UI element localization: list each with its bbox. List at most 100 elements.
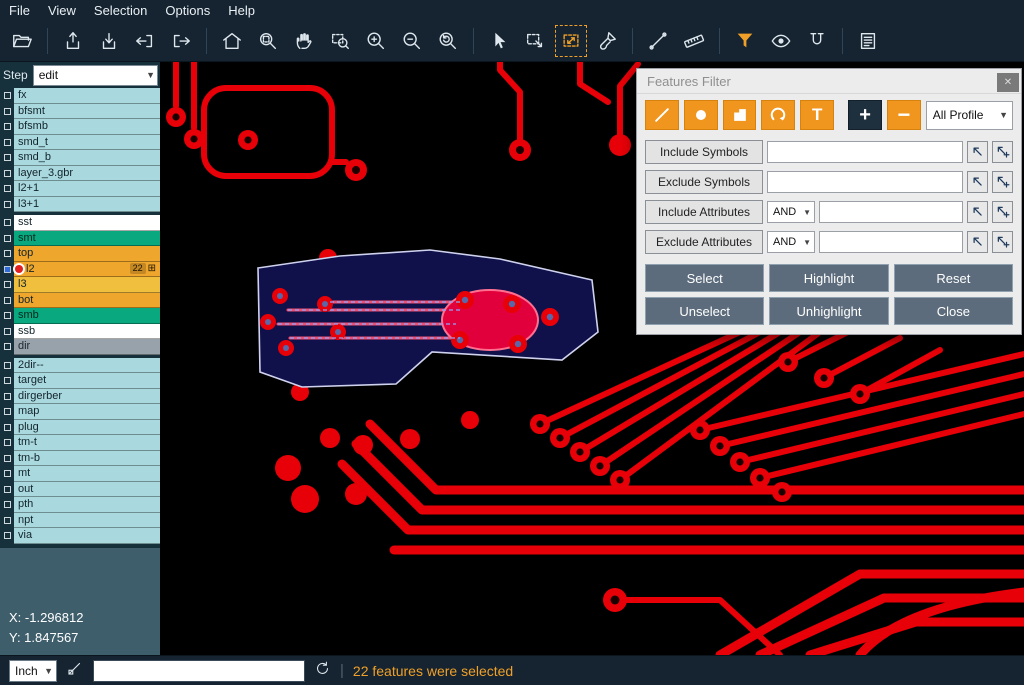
exclude-symbols-input[interactable] [767, 171, 963, 193]
pick-add-attribute-icon[interactable] [992, 201, 1013, 223]
profile-select[interactable]: All Profile ▼ [926, 101, 1013, 130]
unit-select[interactable]: Inch ▼ [9, 660, 57, 682]
layer-visibility-checkbox[interactable] [0, 513, 14, 529]
layer-row[interactable]: pth ⊞ [0, 497, 160, 513]
layer-visibility-checkbox[interactable] [0, 435, 14, 451]
layer-visibility-checkbox[interactable] [0, 197, 14, 213]
zoom-area-icon[interactable] [252, 25, 284, 57]
layer-visibility-checkbox[interactable] [0, 482, 14, 498]
layer-visibility-checkbox[interactable] [0, 404, 14, 420]
remove-filter-button[interactable]: − [887, 100, 921, 130]
select-button[interactable]: Select [645, 264, 764, 292]
layer-visibility-checkbox[interactable] [0, 451, 14, 467]
pad-feature-button[interactable] [684, 100, 718, 130]
send-right-icon[interactable] [165, 25, 197, 57]
reset-button[interactable]: Reset [894, 264, 1013, 292]
layer-row[interactable]: smt ⊞ [0, 231, 160, 247]
layer-row[interactable]: bfsmt ⊞ [0, 104, 160, 120]
pick-symbol-icon[interactable] [967, 141, 988, 163]
layer-row[interactable]: mt ⊞ [0, 466, 160, 482]
include-attributes-label[interactable]: Include Attributes [645, 200, 763, 224]
paint-icon[interactable] [591, 25, 623, 57]
layer-row[interactable]: plug ⊞ [0, 420, 160, 436]
layer-visibility-checkbox[interactable] [0, 119, 14, 135]
layer-row[interactable]: via ⊞ [0, 528, 160, 544]
snap-icon[interactable] [801, 25, 833, 57]
layer-row[interactable]: l3+1 ⊞ [0, 197, 160, 213]
layer-visibility-checkbox[interactable] [0, 420, 14, 436]
layer-visibility-checkbox[interactable] [0, 466, 14, 482]
layer-row[interactable]: map ⊞ [0, 404, 160, 420]
pick-add-attribute-icon[interactable] [992, 231, 1013, 253]
menu-help[interactable]: Help [228, 3, 255, 18]
layer-visibility-checkbox[interactable] [0, 262, 14, 278]
layer-visibility-checkbox[interactable] [0, 246, 14, 262]
snap-angle-icon[interactable] [66, 659, 84, 682]
layer-row[interactable]: tm-b ⊞ [0, 451, 160, 467]
layer-row[interactable]: layer_3.gbr ⊞ [0, 166, 160, 182]
open-folder-icon[interactable] [6, 25, 38, 57]
layer-row[interactable]: smb ⊞ [0, 308, 160, 324]
import-down-icon[interactable] [93, 25, 125, 57]
layer-visibility-checkbox[interactable] [0, 389, 14, 405]
menu-selection[interactable]: Selection [94, 3, 147, 18]
command-input[interactable] [93, 660, 305, 682]
ruler-icon[interactable] [678, 25, 710, 57]
highlight-button[interactable]: Highlight [769, 264, 888, 292]
menu-options[interactable]: Options [165, 3, 210, 18]
pick-symbol-icon[interactable] [967, 171, 988, 193]
zoom-reset-icon[interactable] [432, 25, 464, 57]
surface-feature-button[interactable] [723, 100, 757, 130]
layer-row[interactable]: fx ⊞ [0, 88, 160, 104]
zoom-out-icon[interactable] [396, 25, 428, 57]
layer-row[interactable]: dirgerber ⊞ [0, 389, 160, 405]
layer-row[interactable]: target ⊞ [0, 373, 160, 389]
refresh-icon[interactable] [314, 660, 331, 682]
menu-view[interactable]: View [48, 3, 76, 18]
layer-row[interactable]: bfsmb ⊞ [0, 119, 160, 135]
exclude-symbols-label[interactable]: Exclude Symbols [645, 170, 763, 194]
pick-attribute-icon[interactable] [967, 231, 988, 253]
include-attributes-input[interactable] [819, 201, 963, 223]
cursor-icon[interactable] [483, 25, 515, 57]
display-eye-icon[interactable] [765, 25, 797, 57]
layer-visibility-checkbox[interactable] [0, 88, 14, 104]
arc-feature-button[interactable] [761, 100, 795, 130]
layer-row[interactable]: l2+1 ⊞ [0, 181, 160, 197]
layer-row[interactable]: tm-t ⊞ [0, 435, 160, 451]
layer-visibility-checkbox[interactable] [0, 497, 14, 513]
pick-add-symbol-icon[interactable] [992, 171, 1013, 193]
layer-row[interactable]: top ⊞ [0, 246, 160, 262]
zoom-selection-icon[interactable] [324, 25, 356, 57]
layer-row[interactable]: l3 ⊞ [0, 277, 160, 293]
layer-row[interactable]: out ⊞ [0, 482, 160, 498]
layer-row[interactable]: npt ⊞ [0, 513, 160, 529]
home-icon[interactable] [216, 25, 248, 57]
menu-file[interactable]: File [9, 3, 30, 18]
pan-hand-icon[interactable] [288, 25, 320, 57]
layer-row[interactable]: ssb ⊞ [0, 324, 160, 340]
close-icon[interactable]: ✕ [997, 73, 1019, 92]
pick-attribute-icon[interactable] [967, 201, 988, 223]
unhighlight-button[interactable]: Unhighlight [769, 297, 888, 325]
layer-row[interactable]: 2dir-- ⊞ [0, 358, 160, 374]
layer-visibility-checkbox[interactable] [0, 104, 14, 120]
layer-visibility-checkbox[interactable] [0, 215, 14, 231]
layer-row[interactable]: dir ⊞ [0, 339, 160, 355]
export-up-icon[interactable] [57, 25, 89, 57]
layer-row[interactable]: smd_b ⊞ [0, 150, 160, 166]
layer-visibility-checkbox[interactable] [0, 308, 14, 324]
zoom-in-icon[interactable] [360, 25, 392, 57]
layer-visibility-checkbox[interactable] [0, 339, 14, 355]
dialog-titlebar[interactable]: Features Filter ✕ [637, 69, 1021, 94]
layer-row[interactable]: smd_t ⊞ [0, 135, 160, 151]
select-features-icon[interactable] [555, 25, 587, 57]
close-button[interactable]: Close [894, 297, 1013, 325]
line-feature-button[interactable] [645, 100, 679, 130]
send-left-icon[interactable] [129, 25, 161, 57]
add-filter-button[interactable]: + [848, 100, 882, 130]
layer-row[interactable]: sst ⊞ [0, 215, 160, 231]
layer-visibility-checkbox[interactable] [0, 166, 14, 182]
measure-distance-icon[interactable] [642, 25, 674, 57]
layer-visibility-checkbox[interactable] [0, 324, 14, 340]
